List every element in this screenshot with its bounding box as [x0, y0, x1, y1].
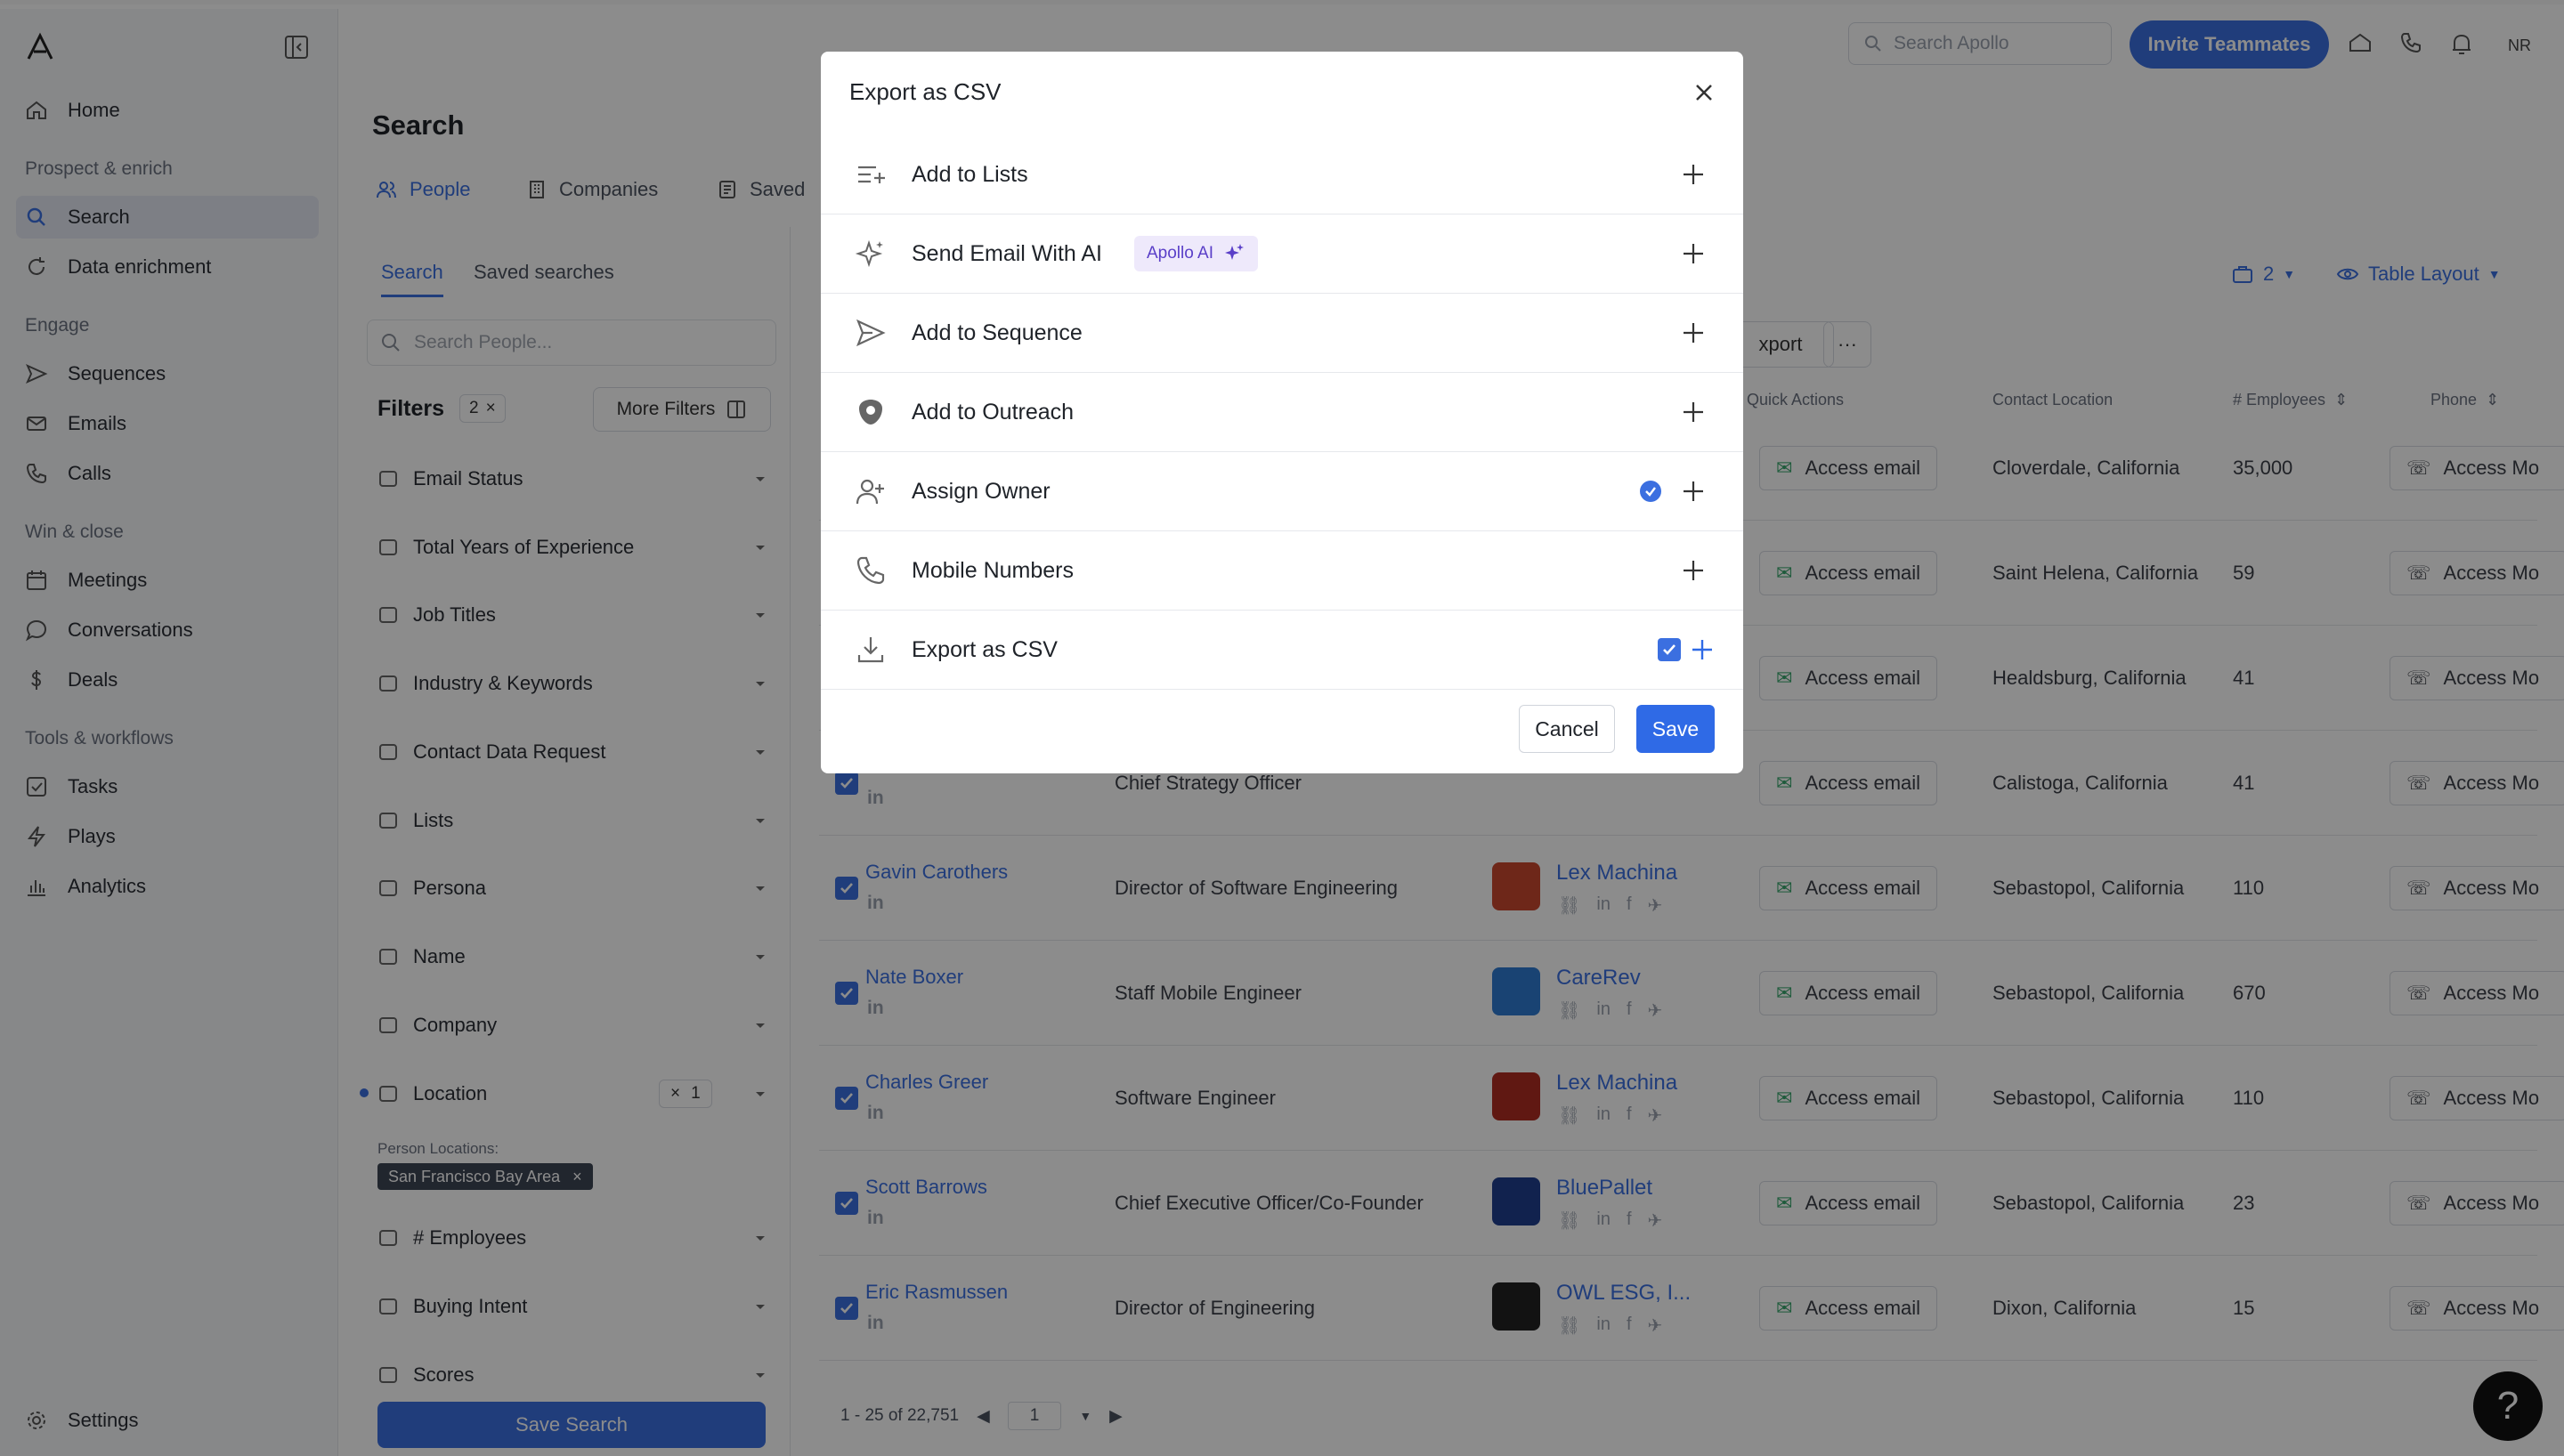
outreach-shield-icon [859, 400, 882, 425]
option-export-csv[interactable]: Export as CSV [821, 611, 1743, 690]
modal-title: Export as CSV [849, 78, 1002, 105]
plus-icon[interactable] [1690, 637, 1715, 662]
plus-icon[interactable] [1681, 241, 1706, 266]
option-label: Add to Outreach [912, 399, 1075, 425]
app-window: Home Prospect & enrich Search Data enric… [0, 0, 2564, 1456]
list-add-icon [858, 166, 885, 183]
option-label: Send Email With AI [912, 240, 1102, 266]
export-csv-checkbox[interactable] [1658, 638, 1681, 661]
option-add-to-sequence[interactable]: Add to Sequence [821, 294, 1743, 373]
plus-icon[interactable] [1681, 558, 1706, 583]
plus-icon[interactable] [1681, 400, 1706, 425]
option-assign-owner[interactable]: Assign Owner [821, 452, 1743, 531]
cancel-button[interactable]: Cancel [1519, 705, 1615, 753]
option-send-email-ai[interactable]: Send Email With AI Apollo AI [821, 214, 1743, 294]
plus-icon[interactable] [1681, 320, 1706, 345]
option-label: Add to Sequence [912, 320, 1083, 345]
sparkle-icon [855, 239, 883, 268]
option-label: Export as CSV [912, 636, 1058, 662]
download-icon [857, 637, 884, 663]
export-csv-modal: Export as CSV Add to Lists Send Email Wi… [821, 52, 1743, 773]
selected-check-icon [1640, 481, 1661, 502]
sparkle-icon [1225, 244, 1244, 260]
option-label: Add to Lists [912, 161, 1028, 187]
option-add-to-lists[interactable]: Add to Lists [821, 135, 1743, 214]
option-label: Assign Owner [912, 478, 1051, 504]
send-icon [856, 319, 886, 347]
plus-icon[interactable] [1681, 162, 1706, 187]
option-mobile-numbers[interactable]: Mobile Numbers [821, 531, 1743, 611]
ai-badge-label: Apollo AI [1147, 244, 1213, 263]
option-add-to-outreach[interactable]: Add to Outreach [821, 373, 1743, 452]
phone-icon [856, 556, 885, 585]
apollo-ai-badge: Apollo AI [1134, 236, 1258, 271]
close-icon[interactable] [1686, 75, 1722, 110]
user-add-icon [856, 479, 884, 505]
save-button[interactable]: Save [1636, 705, 1715, 753]
option-label: Mobile Numbers [912, 557, 1075, 583]
plus-icon[interactable] [1681, 479, 1706, 504]
